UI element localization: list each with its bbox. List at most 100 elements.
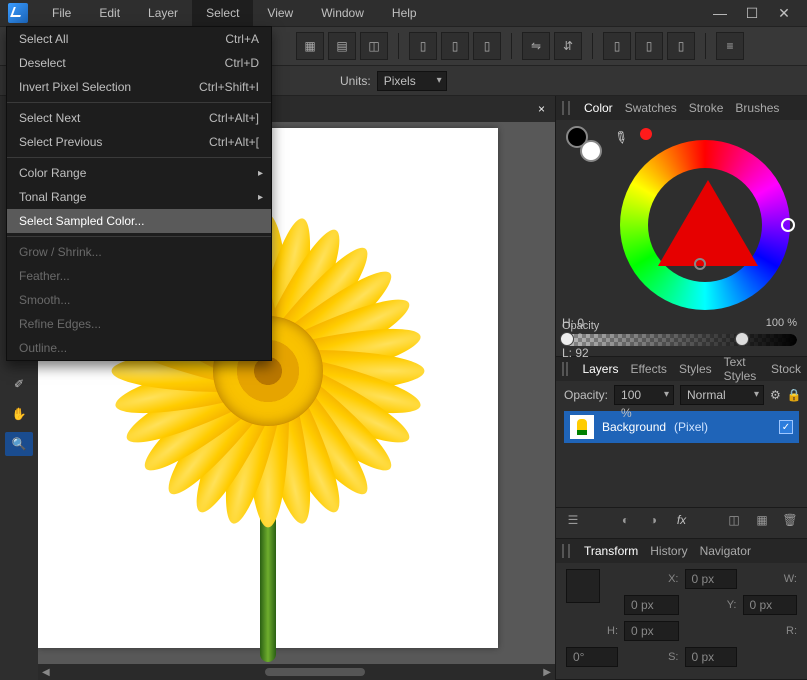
tab-navigator[interactable]: Navigator	[700, 544, 751, 558]
layer-row[interactable]: Background (Pixel) ✓	[564, 411, 799, 443]
rotation-label: R:	[743, 625, 798, 637]
recent-color-icon[interactable]	[640, 128, 652, 140]
opacity-start-icon	[560, 332, 574, 346]
tab-layers[interactable]: Layers	[582, 362, 618, 376]
units-dropdown[interactable]: Pixels	[377, 71, 447, 91]
tab-history[interactable]: History	[650, 544, 687, 558]
lock-icon[interactable]: 🔒	[787, 388, 802, 402]
hue-indicator-icon[interactable]	[781, 218, 795, 232]
adjustment-icon[interactable]: ◑	[645, 512, 663, 528]
tab-text-styles[interactable]: Text Styles	[724, 355, 759, 383]
blend-mode-dropdown[interactable]: Normal	[680, 385, 764, 405]
width-field[interactable]: 0 px	[624, 595, 679, 615]
window-maximize-button[interactable]: ☐	[739, 3, 765, 23]
scroll-thumb[interactable]	[265, 668, 365, 676]
menu-bar: File Edit Layer Select View Window Help …	[0, 0, 807, 26]
menu-item-select-sampled-color[interactable]: Select Sampled Color...	[7, 209, 271, 233]
tab-stroke[interactable]: Stroke	[689, 101, 724, 115]
tab-brushes[interactable]: Brushes	[735, 101, 779, 115]
menu-item-select-all[interactable]: Select AllCtrl+A	[7, 27, 271, 51]
menu-edit[interactable]: Edit	[85, 0, 134, 26]
tool-zoom-icon[interactable]: 🔍	[5, 432, 33, 456]
menu-window[interactable]: Window	[307, 0, 378, 26]
trash-icon[interactable]: 🗑	[781, 512, 799, 528]
right-panels: Color Swatches Stroke Brushes ✎	[555, 96, 807, 680]
close-tab-icon[interactable]: ×	[538, 102, 545, 116]
menu-item-grow-shrink: Grow / Shrink...	[7, 240, 271, 264]
toolbar-separator	[592, 33, 593, 59]
opacity-value: 100 %	[766, 317, 797, 329]
arrange-3-button[interactable]: ▯	[473, 32, 501, 60]
foreground-background-swatch[interactable]	[566, 126, 606, 162]
layer-opacity-dropdown[interactable]: 100 %	[614, 385, 674, 405]
tab-swatches[interactable]: Swatches	[625, 101, 677, 115]
menu-item-shortcut: Ctrl+Alt+[	[209, 135, 259, 149]
panel-handle-icon[interactable]	[562, 362, 568, 376]
snap-grid-button[interactable]: ▦	[296, 32, 324, 60]
shade-indicator-icon[interactable]	[694, 258, 706, 270]
align-2-button[interactable]: ▯	[635, 32, 663, 60]
shear-field[interactable]: 0 px	[685, 647, 737, 667]
tab-transform[interactable]: Transform	[584, 544, 638, 558]
crop-icon[interactable]: ◫	[725, 512, 743, 528]
layer-stack-icon[interactable]: ☰	[564, 512, 582, 528]
misc-button[interactable]: ≡	[716, 32, 744, 60]
fx-icon[interactable]: fx	[673, 512, 691, 528]
color-picker-icon[interactable]: ✎	[609, 126, 631, 150]
snap-pixel-button[interactable]: ▤	[328, 32, 356, 60]
menu-item-label: Tonal Range	[19, 190, 259, 204]
height-field[interactable]: 0 px	[624, 621, 679, 641]
menu-item-label: Smooth...	[19, 293, 259, 307]
layer-visibility-checkbox[interactable]: ✓	[779, 420, 793, 434]
menu-item-tonal-range[interactable]: Tonal Range	[7, 185, 271, 209]
flip-h-button[interactable]: ⇋	[522, 32, 550, 60]
menu-help[interactable]: Help	[378, 0, 431, 26]
rotation-field[interactable]: 0°	[566, 647, 618, 667]
color-panel: Color Swatches Stroke Brushes ✎	[556, 96, 807, 357]
menu-layer[interactable]: Layer	[134, 0, 192, 26]
tab-effects[interactable]: Effects	[630, 362, 666, 376]
grid-icon[interactable]: ▦	[753, 512, 771, 528]
panel-handle-icon[interactable]	[562, 101, 570, 115]
mask-icon[interactable]: ◐	[617, 512, 635, 528]
tool-hand-icon[interactable]: ✋	[5, 402, 33, 426]
tool-eyedropper-icon[interactable]: ✐	[5, 372, 33, 396]
tab-styles[interactable]: Styles	[679, 362, 712, 376]
align-3-button[interactable]: ▯	[667, 32, 695, 60]
tab-color[interactable]: Color	[584, 101, 613, 115]
flip-v-button[interactable]: ⇵	[554, 32, 582, 60]
opacity-thumb[interactable]	[735, 332, 749, 346]
menu-item-select-next[interactable]: Select NextCtrl+Alt+]	[7, 106, 271, 130]
menu-file[interactable]: File	[38, 0, 85, 26]
menu-item-label: Select All	[19, 32, 225, 46]
window-close-button[interactable]: ✕	[771, 3, 797, 23]
scroll-left-arrow-icon[interactable]: ◀	[42, 667, 50, 678]
pos-x-field[interactable]: 0 px	[685, 569, 737, 589]
color-triangle[interactable]	[658, 180, 758, 266]
tab-stock[interactable]: Stock	[771, 362, 801, 376]
gear-icon[interactable]: ⚙	[770, 388, 781, 402]
menu-item-label: Invert Pixel Selection	[19, 80, 199, 94]
menu-item-invert-pixel-selection[interactable]: Invert Pixel SelectionCtrl+Shift+I	[7, 75, 271, 99]
horizontal-scrollbar[interactable]: ◀ ▶	[38, 664, 555, 680]
opacity-slider[interactable]	[562, 334, 797, 346]
background-color-icon[interactable]	[580, 140, 602, 162]
menu-item-color-range[interactable]: Color Range	[7, 161, 271, 185]
menu-item-deselect[interactable]: DeselectCtrl+D	[7, 51, 271, 75]
layers-footer: ☰ ◐ ◑ fx ◫ ▦ 🗑	[556, 507, 807, 532]
menu-view[interactable]: View	[253, 0, 307, 26]
arrange-2-button[interactable]: ▯	[441, 32, 469, 60]
transform-button[interactable]: ◫	[360, 32, 388, 60]
menu-select[interactable]: Select	[192, 0, 253, 26]
menu-item-label: Color Range	[19, 166, 259, 180]
align-1-button[interactable]: ▯	[603, 32, 631, 60]
anchor-widget[interactable]	[566, 569, 600, 603]
scroll-right-arrow-icon[interactable]: ▶	[543, 667, 551, 678]
pos-y-field[interactable]: 0 px	[743, 595, 798, 615]
window-minimize-button[interactable]: —	[707, 3, 733, 23]
opacity-label: Opacity	[562, 320, 797, 332]
arrange-1-button[interactable]: ▯	[409, 32, 437, 60]
layers-panel: Layers Effects Styles Text Styles Stock …	[556, 357, 807, 539]
panel-handle-icon[interactable]	[562, 544, 570, 558]
menu-item-select-previous[interactable]: Select PreviousCtrl+Alt+[	[7, 130, 271, 154]
